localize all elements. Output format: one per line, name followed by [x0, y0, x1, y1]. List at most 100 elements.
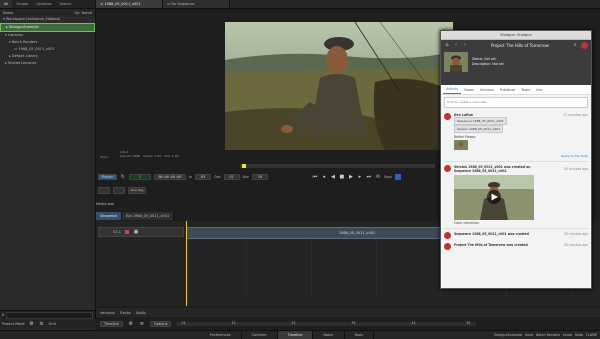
ruler-tick: 01 [181, 321, 186, 325]
go-to-end-icon[interactable]: ⏭ [366, 174, 372, 180]
media-tool-label[interactable]: Media tool [96, 202, 114, 206]
sync-label[interactable]: Sync [384, 175, 392, 179]
link-chip[interactable]: Sequence 1988_05_0011_v001 [454, 117, 507, 125]
out-label: Out [214, 175, 221, 179]
redo-button[interactable]: Redo [575, 333, 583, 337]
forward-icon[interactable]: › [462, 42, 468, 48]
project-name[interactable]: ShotgunExample [494, 333, 522, 337]
in-field[interactable]: 83 [195, 174, 212, 180]
tree-item-label: Default Library [11, 54, 39, 58]
home-icon[interactable]: ⌂ [444, 42, 450, 48]
list-view-icon[interactable]: ≡ [39, 321, 45, 327]
new-note-input[interactable]: Click to create a new note... [444, 97, 588, 108]
tab-search[interactable]: Search [55, 0, 75, 8]
tab-publishes[interactable]: Publishes [497, 86, 519, 94]
sort-dropdown[interactable]: Op: Name [74, 11, 92, 15]
tree-item-workspace[interactable]: ▾ Workspace (Autosave_Sideout) [0, 16, 95, 23]
tab-label: 1988_05_0011_v001 [104, 2, 141, 6]
activity-item: Sequence 1988_05_0011_v001 was created 2… [441, 229, 591, 242]
lock-icon[interactable]: ▣ [133, 229, 139, 235]
dur-label: Dur [242, 175, 249, 179]
ruler-tick: 51 [466, 321, 471, 325]
step-back-icon[interactable]: ◂ [321, 174, 327, 180]
user-avatar [444, 165, 451, 172]
project-description: Description: Not set [472, 62, 504, 66]
out-field[interactable]: 92 [223, 174, 240, 180]
tab-clip[interactable]: ▭ 1988_05_0011_v001 [96, 0, 163, 8]
tree-item-shotgun-example[interactable]: ▸ ShotgunExample [0, 23, 95, 32]
player-button[interactable]: Player [98, 174, 117, 180]
tool-row: Auto Key [98, 187, 146, 194]
search-input[interactable] [6, 311, 93, 319]
step-forward-icon[interactable]: ▸ [357, 174, 363, 180]
playhead[interactable] [186, 221, 187, 306]
batch-renders-dropdown[interactable]: Batch Renders [536, 333, 560, 337]
viewer-tabs: ▭ 1988_05_0011_v001 ▭ No Sequence [96, 0, 600, 9]
tree-item-libraries[interactable]: ▾ Libraries [0, 32, 95, 39]
loop-icon[interactable]: ↻ [120, 174, 126, 180]
tree-item-batch-renders[interactable]: ▾ Batch Renders [0, 39, 95, 46]
shotgun-panel: Shotgun: Shotgun ⌂ ‹ › Project The Hills… [440, 30, 592, 289]
gear-icon[interactable]: ⚙ [29, 321, 35, 327]
record-icon[interactable] [124, 230, 129, 234]
ruler-tick: 11 [231, 321, 236, 325]
loop-mode-icon[interactable]: ⟲ [375, 174, 381, 180]
sequence-tabs: Sequence Bin 1988_05_0011_v001 [96, 212, 175, 220]
play-reverse-icon[interactable]: ◀ [330, 174, 336, 180]
tree-item-default-library[interactable]: ▸ Default Library [0, 53, 95, 60]
tree-item-shared-libraries[interactable]: ▸ Shared Libraries [0, 60, 95, 67]
undo-button[interactable]: Undo [563, 333, 572, 337]
play-icon[interactable]: ▶ [348, 174, 354, 180]
timeline-dropdown[interactable]: Timeline [100, 321, 123, 327]
reply-link[interactable]: Reply to this Note [454, 154, 588, 158]
tab-all[interactable]: All [0, 0, 13, 8]
tree-item-clip[interactable]: ▭ 1988_05_0011_v001 [0, 46, 95, 53]
gear-icon[interactable]: ⚙ [128, 321, 134, 327]
version-thumbnail[interactable] [454, 175, 534, 220]
tab-no-sequence[interactable]: ▭ No Sequence [163, 0, 230, 8]
scrub-bar[interactable] [240, 164, 435, 168]
timeline-tabs: Versions Tracks Audio [96, 308, 600, 317]
activity-text: Project The Hills of Tomorrow was create… [454, 243, 528, 247]
tab-notes[interactable]: Notes [461, 86, 477, 94]
tab-tasks[interactable]: Tasks [518, 86, 533, 94]
activity-item: Version 1988_05_0011_v001 was created on… [441, 162, 591, 228]
track-header[interactable]: V1.1 ▣ [98, 227, 184, 237]
stop-icon[interactable]: ■ [339, 174, 345, 180]
version-caption: Color correction [454, 221, 480, 225]
search-icon[interactable]: ⌕ [572, 42, 578, 48]
tool-button-2[interactable] [113, 187, 125, 194]
tab-audio[interactable]: Audio [136, 311, 146, 315]
link-chip[interactable]: Version 1988_05_0011_v001 [454, 125, 504, 133]
project-panel-dropdown[interactable]: Project Panel [2, 322, 25, 326]
go-to-start-icon[interactable]: ⏮ [312, 174, 318, 180]
timecode-field[interactable]: 00:00:00:00 [153, 174, 186, 180]
auto-key-button[interactable]: Auto Key [128, 187, 146, 194]
user-avatar[interactable] [581, 41, 588, 49]
duration-field[interactable]: 10 [251, 174, 268, 180]
column-name-label: Name [3, 10, 14, 15]
tab-versions[interactable]: Versions [477, 86, 497, 94]
info-line: Clip: 1.00 [164, 154, 179, 158]
list-icon[interactable]: ≡ [139, 321, 145, 327]
tab-tracks[interactable]: Tracks [120, 311, 131, 315]
sync-indicator[interactable] [395, 174, 402, 180]
tab-libraries[interactable]: Libraries [32, 0, 55, 8]
save-button[interactable]: Save [525, 333, 533, 337]
tab-info[interactable]: Info [533, 86, 545, 94]
library-tabs: All Scripts Libraries Search [0, 0, 95, 9]
tab-activity[interactable]: Activity [443, 85, 462, 94]
attachment-thumbnail[interactable] [454, 140, 468, 150]
in-marker[interactable] [242, 164, 246, 168]
options-button[interactable]: Options [149, 321, 172, 327]
frame-field[interactable]: 1 [128, 174, 151, 180]
tab-bin[interactable]: Bin 1988_05_0011_v001 [122, 212, 175, 220]
grid-button[interactable]: Grid [49, 322, 56, 326]
tab-sequence[interactable]: Sequence [96, 212, 123, 220]
back-icon[interactable]: ‹ [453, 42, 459, 48]
tool-button-1[interactable] [98, 187, 110, 194]
tab-versions[interactable]: Versions [100, 311, 115, 315]
timeline-ruler[interactable]: 01 11 21 31 41 51 [176, 321, 477, 326]
tab-scripts[interactable]: Scripts [12, 0, 32, 8]
ruler-tick: 41 [411, 321, 416, 325]
